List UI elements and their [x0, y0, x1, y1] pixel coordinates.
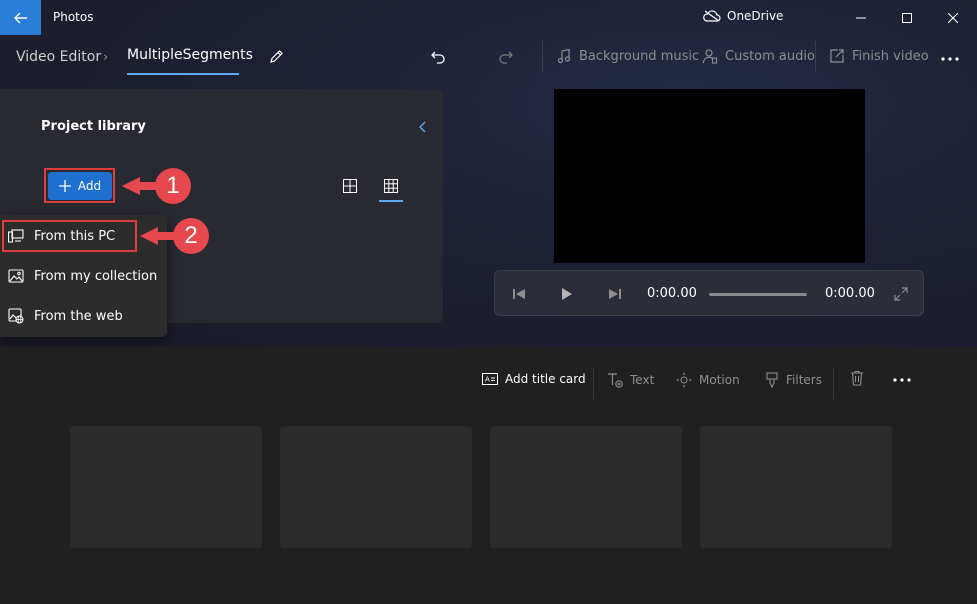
svg-text:A: A: [485, 376, 490, 384]
storyboard-slot[interactable]: [700, 426, 892, 548]
fullscreen-button[interactable]: [891, 284, 911, 304]
person-audio-icon: [702, 49, 718, 64]
video-preview: [554, 89, 865, 263]
add-title-card-label: Add title card: [505, 372, 586, 386]
callout-1-arrowhead: [122, 177, 140, 195]
onedrive-label: OneDrive: [727, 9, 784, 23]
menu-item-from-the-web[interactable]: From the web: [0, 299, 167, 333]
large-grid-view-button[interactable]: [340, 176, 360, 196]
back-button[interactable]: [0, 0, 41, 35]
grid-large-icon: [343, 179, 357, 193]
text-add-icon: [608, 373, 623, 388]
next-frame-button[interactable]: [605, 284, 625, 304]
undo-icon: [431, 51, 445, 64]
redo-icon: [499, 51, 513, 64]
grid-small-icon: [384, 179, 398, 193]
app-title: Photos: [53, 10, 94, 24]
chevron-left-icon: [419, 121, 426, 133]
storyboard-more-button[interactable]: [893, 378, 911, 382]
redo-button[interactable]: [494, 45, 518, 69]
callout-2-arrowhead: [140, 227, 158, 245]
play-button[interactable]: [557, 284, 577, 304]
storyboard-divider: [833, 367, 834, 399]
background-music-label: Background music: [579, 48, 700, 64]
delete-button[interactable]: [850, 370, 864, 386]
close-button[interactable]: [930, 0, 976, 35]
storyboard-divider: [593, 367, 594, 399]
custom-audio-button[interactable]: Custom audio: [702, 48, 815, 64]
maximize-icon: [902, 12, 912, 23]
plus-icon: [58, 180, 71, 192]
title-card-icon: A: [482, 373, 498, 385]
from-this-pc-highlight: [2, 220, 137, 252]
play-icon: [562, 288, 572, 300]
finish-video-label: Finish video: [852, 48, 929, 64]
export-icon: [830, 49, 844, 63]
title-bar: Photos OneDrive: [0, 0, 977, 35]
add-media-button[interactable]: Add: [48, 172, 112, 200]
breadcrumb-video-editor[interactable]: Video Editor: [16, 49, 101, 65]
current-time: 0:00.00: [647, 286, 697, 301]
filter-icon: [766, 372, 778, 388]
motion-button[interactable]: Motion: [676, 372, 740, 388]
previous-frame-button[interactable]: [509, 284, 529, 304]
callout-2: 2: [173, 218, 209, 254]
menu-item-from-my-collection[interactable]: From my collection: [0, 259, 167, 293]
add-label: Add: [77, 179, 102, 193]
music-note-icon: [557, 48, 571, 64]
maximize-button[interactable]: [884, 0, 930, 35]
add-title-card-button[interactable]: A Add title card: [482, 372, 586, 386]
editor-header: Video Editor › MultipleSegments Backgrou…: [0, 35, 977, 85]
arrow-left-icon: [13, 12, 27, 23]
collapse-library-button[interactable]: [412, 117, 432, 137]
project-library-title: Project library: [41, 119, 146, 134]
active-view-indicator: [379, 200, 403, 202]
more-options-button[interactable]: [938, 47, 962, 71]
text-button[interactable]: Text: [607, 372, 654, 388]
skip-forward-icon: [609, 289, 621, 299]
header-divider: [542, 41, 543, 73]
trash-icon: [851, 370, 863, 386]
breadcrumb-active-indicator: [127, 73, 239, 75]
storyboard-slot[interactable]: [490, 426, 682, 548]
minimize-icon: [856, 17, 866, 18]
close-icon: [948, 12, 958, 23]
storyboard-slot[interactable]: [280, 426, 472, 548]
skip-back-icon: [513, 289, 525, 299]
more-horizontal-icon: [941, 57, 959, 61]
breadcrumb-project-name[interactable]: MultipleSegments: [127, 47, 253, 63]
rename-project-button[interactable]: [264, 45, 288, 69]
storyboard: A Add title card Text Motion Filters: [0, 347, 977, 604]
image-icon: [8, 269, 24, 283]
undo-button[interactable]: [426, 45, 450, 69]
custom-audio-label: Custom audio: [725, 48, 815, 64]
finish-video-button[interactable]: Finish video: [829, 48, 929, 64]
expand-icon: [894, 287, 908, 301]
menu-item-label: From my collection: [34, 268, 158, 284]
callout-1: 1: [155, 168, 191, 204]
breadcrumb-chevron-icon: ›: [103, 50, 109, 65]
more-horizontal-icon: [893, 378, 911, 382]
text-label: Text: [630, 373, 655, 387]
storyboard-slot[interactable]: [70, 426, 262, 548]
motion-label: Motion: [699, 373, 740, 387]
background-music-button[interactable]: Background music: [556, 48, 699, 64]
total-time: 0:00.00: [825, 286, 875, 301]
cloud-offline-icon: [703, 10, 721, 22]
small-grid-view-button[interactable]: [381, 176, 401, 196]
motion-icon: [676, 372, 692, 388]
seek-bar[interactable]: [709, 293, 807, 296]
playback-controls: 0:00.00 0:00.00: [494, 270, 924, 316]
pencil-icon: [270, 50, 283, 63]
onedrive-status[interactable]: OneDrive: [703, 9, 783, 23]
header-divider: [815, 41, 816, 73]
web-image-icon: [8, 308, 24, 324]
minimize-button[interactable]: [838, 0, 884, 35]
filters-button[interactable]: Filters: [765, 372, 822, 388]
menu-item-label: From the web: [34, 308, 123, 324]
filters-label: Filters: [786, 373, 822, 387]
